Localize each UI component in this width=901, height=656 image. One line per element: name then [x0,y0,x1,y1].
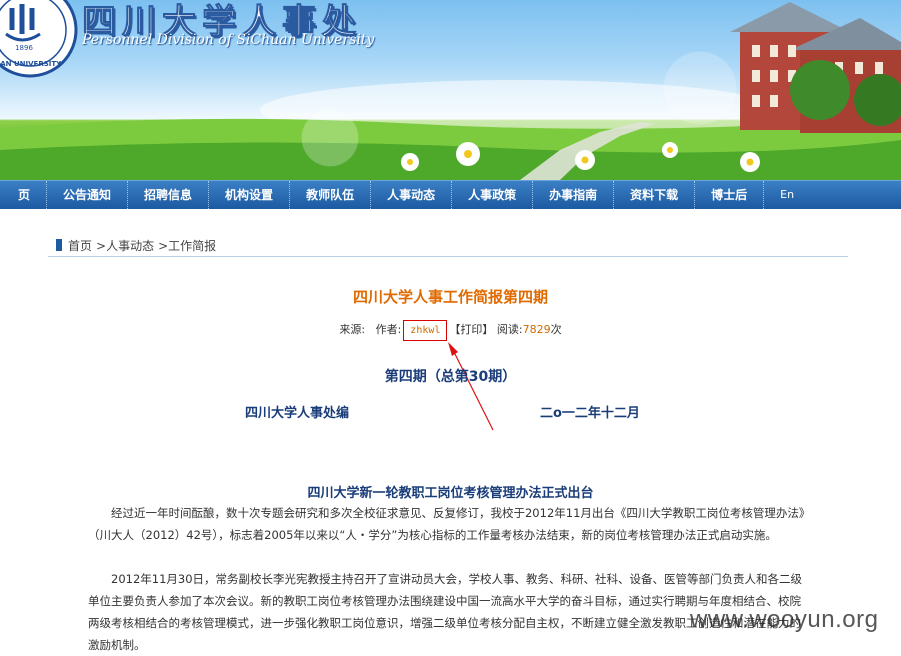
issue-number: 第四期（总第30期） [384,369,517,385]
author-value: zhkwl [403,320,448,341]
nav-item-organization[interactable]: 机构设置 [209,181,291,209]
main-nav: 页 公告通知 招聘信息 机构设置 教师队伍 人事动态 人事政策 办事指南 资料下… [0,180,901,209]
nav-item-guide[interactable]: 办事指南 [533,181,615,209]
nav-item-hr-policy[interactable]: 人事政策 [452,181,534,209]
nav-item-postdoc[interactable]: 博士后 [695,181,765,209]
breadcrumb-hr-news-link[interactable]: >人事动态 [96,237,154,254]
paragraph-1: 经过近一年时间酝酿，数十次专题会研究和多次全校征求意见、反复修订，我校于2012… [88,506,805,542]
nav-item-english[interactable]: En [764,181,810,209]
nav-item-faculty[interactable]: 教师队伍 [290,181,372,209]
svg-text:UAN UNIVERSITY: UAN UNIVERSITY [0,60,62,68]
nav-item-home[interactable]: 页 [0,181,48,209]
site-subtitle: Personnel Division of SiChuan University [82,32,375,48]
views-count: 7829 [522,323,551,336]
section-heading: 四川大学新一轮教职工岗位考核管理办法正式出台 [307,486,594,501]
breadcrumb: 首页 >人事动态 >工作简报 [48,234,848,257]
breadcrumb-home-link[interactable]: 首页 [68,237,92,254]
print-link[interactable]: 【打印】 [449,323,493,336]
nav-item-hr-news[interactable]: 人事动态 [371,181,453,209]
source-label: 来源: [339,323,366,336]
nav-item-downloads[interactable]: 资料下载 [614,181,696,209]
breadcrumb-briefing-link[interactable]: >工作简报 [158,237,216,254]
nav-item-announcements[interactable]: 公告通知 [47,181,129,209]
views-label: 阅读: [496,323,523,336]
nav-item-recruitment[interactable]: 招聘信息 [128,181,210,209]
article-title: 四川大学人事工作简报第四期 [352,288,548,306]
university-logo: 1896 UAN UNIVERSITY [0,0,78,78]
publish-date: 二o一二年十二月 [540,406,640,421]
header-banner: 1896 UAN UNIVERSITY 四川大学人事处 Personnel Di… [0,0,901,180]
publisher: 四川大学人事处编 [245,406,350,421]
article-meta: 来源: 作者: zhkwl 【打印】 阅读:7829次 [0,320,901,341]
views-unit: 次 [550,323,562,336]
watermark: www.wooyun.org [690,606,879,633]
author-label: 作者: [375,323,402,336]
breadcrumb-marker-icon [56,239,62,251]
university-building [730,2,901,133]
svg-text:1896: 1896 [15,44,33,52]
